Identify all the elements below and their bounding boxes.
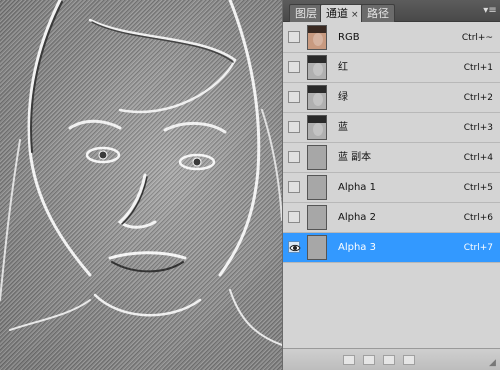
new-channel-icon[interactable] bbox=[383, 355, 395, 365]
eye-icon[interactable] bbox=[288, 211, 300, 223]
channel-row[interactable]: Alpha 1 Ctrl+5 bbox=[283, 173, 500, 203]
channel-name: Alpha 1 bbox=[338, 182, 376, 193]
tab-paths[interactable]: 路径 bbox=[361, 4, 395, 22]
channel-thumbnail bbox=[307, 175, 327, 200]
channel-list: RGB Ctrl+~ 红 Ctrl+1 绿 Ctrl+2 蓝 Ctrl+3 蓝 副本 Ctrl+4… bbox=[283, 23, 500, 268]
delete-channel-icon[interactable] bbox=[403, 355, 415, 365]
channel-row[interactable]: Alpha 2 Ctrl+6 bbox=[283, 203, 500, 233]
eye-icon[interactable] bbox=[288, 181, 300, 193]
channel-thumbnail bbox=[307, 205, 327, 230]
channel-thumbnail bbox=[307, 85, 327, 110]
channel-row[interactable]: Alpha 3 Ctrl+7 bbox=[283, 233, 500, 263]
channel-row[interactable]: 绿 Ctrl+2 bbox=[283, 83, 500, 113]
channel-shortcut: Ctrl+1 bbox=[463, 63, 493, 73]
channel-shortcut: Ctrl+3 bbox=[463, 123, 493, 133]
tab-paths-label: 路径 bbox=[367, 7, 389, 20]
channel-shortcut: Ctrl+~ bbox=[461, 33, 493, 43]
channel-name: 蓝 bbox=[338, 122, 348, 133]
tab-channels-label: 通道 bbox=[326, 7, 348, 20]
channel-thumbnail bbox=[307, 235, 327, 260]
panel-bottom-bar: ◢ bbox=[283, 348, 500, 370]
channel-name: RGB bbox=[338, 32, 360, 43]
load-channel-as-selection-icon[interactable] bbox=[343, 355, 355, 365]
eye-icon[interactable] bbox=[288, 151, 300, 163]
eye-icon[interactable] bbox=[288, 241, 301, 253]
channel-row[interactable]: 蓝 副本 Ctrl+4 bbox=[283, 143, 500, 173]
channel-shortcut: Ctrl+2 bbox=[463, 93, 493, 103]
channel-row[interactable]: 红 Ctrl+1 bbox=[283, 53, 500, 83]
eye-icon[interactable] bbox=[288, 91, 300, 103]
channel-name: Alpha 3 bbox=[338, 242, 376, 253]
embossed-portrait-image bbox=[0, 0, 282, 346]
channels-panel: 图层 通道 × 路径 ▾≡ RGB Ctrl+~ 红 Ctrl+1 绿 Ctrl+2 蓝 Ctr… bbox=[282, 0, 500, 370]
channel-shortcut: Ctrl+6 bbox=[463, 213, 493, 223]
document-canvas[interactable] bbox=[0, 0, 282, 370]
tab-channels[interactable]: 通道 × bbox=[320, 4, 365, 22]
channel-row[interactable]: RGB Ctrl+~ bbox=[283, 23, 500, 53]
channel-name: 蓝 副本 bbox=[338, 152, 372, 163]
save-selection-as-channel-icon[interactable] bbox=[363, 355, 375, 365]
resize-grip-icon[interactable]: ◢ bbox=[489, 358, 499, 368]
channel-shortcut: Ctrl+7 bbox=[463, 243, 493, 253]
channel-shortcut: Ctrl+4 bbox=[463, 153, 493, 163]
panel-tab-bar: 图层 通道 × 路径 ▾≡ bbox=[283, 0, 500, 22]
eye-icon[interactable] bbox=[288, 61, 300, 73]
channel-name: 绿 bbox=[338, 92, 348, 103]
panel-menu-icon[interactable]: ▾≡ bbox=[483, 5, 497, 17]
tab-layers-label: 图层 bbox=[295, 7, 317, 20]
channel-thumbnail bbox=[307, 55, 327, 80]
channel-shortcut: Ctrl+5 bbox=[463, 183, 493, 193]
channel-row[interactable]: 蓝 Ctrl+3 bbox=[283, 113, 500, 143]
channel-name: Alpha 2 bbox=[338, 212, 376, 223]
tab-close-icon[interactable]: × bbox=[351, 10, 359, 20]
channel-list-empty-area bbox=[283, 268, 500, 348]
eye-icon[interactable] bbox=[288, 121, 300, 133]
channel-name: 红 bbox=[338, 62, 348, 73]
channel-thumbnail bbox=[307, 115, 327, 140]
eye-icon[interactable] bbox=[288, 31, 300, 43]
tab-layers[interactable]: 图层 bbox=[289, 4, 323, 22]
channel-thumbnail bbox=[307, 25, 327, 50]
channel-thumbnail bbox=[307, 145, 327, 170]
